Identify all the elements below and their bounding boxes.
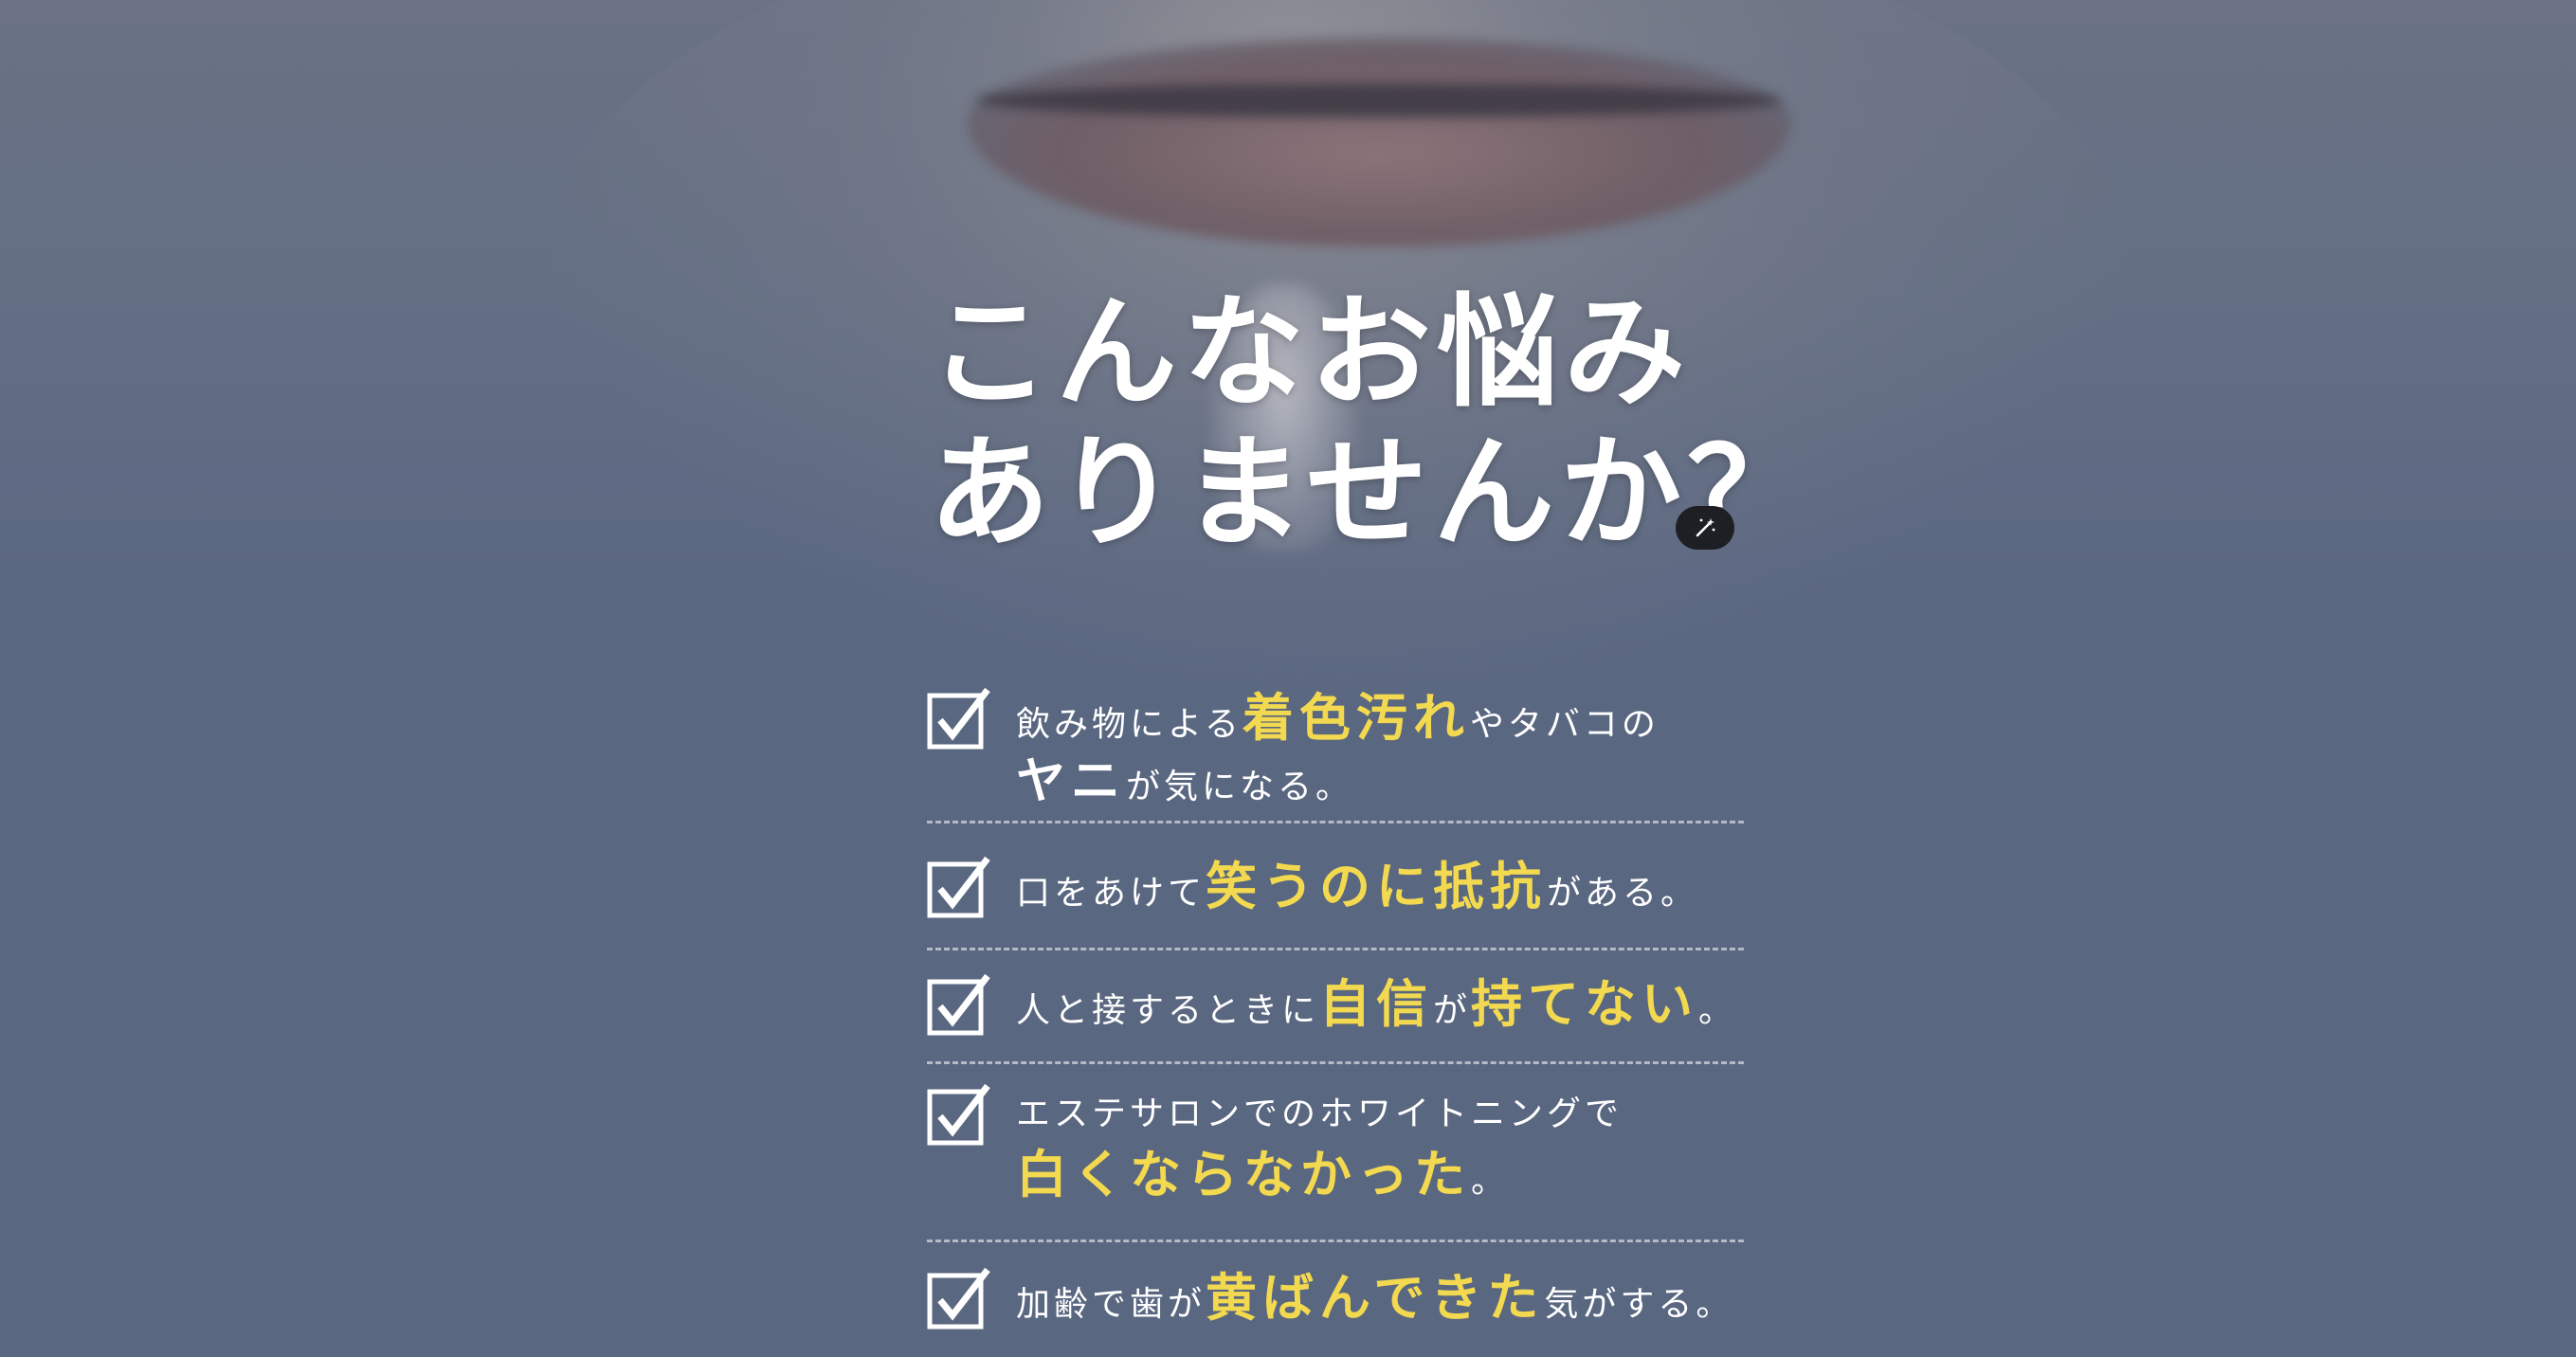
page-title: こんなお悩み ありませんか？: [929, 281, 1815, 564]
item-5-text-b: 気がする。: [1544, 1285, 1734, 1324]
item-1-text-c: が気になる。: [1126, 768, 1354, 806]
divider: [927, 1061, 1744, 1064]
item-3-text-a: 人と接するときに: [1016, 991, 1320, 1030]
item-1-emphasis: ヤニ: [1016, 753, 1127, 810]
page: こんなお悩み ありませんか？ 飲み物による着色汚れやタバコの ヤニが気になる。: [0, 0, 2576, 1357]
item-3-highlight-1: 自信: [1319, 974, 1434, 1034]
item-1-text-a: 飲み物による: [1016, 705, 1243, 744]
divider: [927, 821, 1744, 823]
item-2-text-a: 口をあけて: [1016, 874, 1206, 913]
page-title-line-2: ありませんか？: [929, 422, 1815, 564]
divider: [927, 1239, 1744, 1242]
item-4-text-b: 。: [1471, 1162, 1510, 1201]
hero-lip-line: [976, 83, 1782, 118]
item-2-highlight: 笑うのに抵抗: [1206, 857, 1548, 916]
item-4-line-1: エステサロンでのホワイトニングで: [1016, 1095, 1624, 1133]
checkbox-checked-icon: [927, 1083, 990, 1146]
checkbox-checked-icon: [927, 1267, 990, 1330]
item-3-highlight-2: 持てない: [1471, 974, 1699, 1034]
magic-wand-icon: [1696, 518, 1715, 537]
divider: [927, 948, 1744, 950]
checkbox-checked-icon: [927, 856, 990, 918]
item-2-text-b: がある。: [1547, 874, 1699, 913]
checklist-item-text: 人と接するときに自信が持てない。: [1016, 976, 1736, 1040]
checklist-item-text: 口をあけて笑うのに抵抗がある。: [1016, 859, 1698, 922]
item-5-text-a: 加齢で歯が: [1016, 1285, 1206, 1324]
checkbox-checked-icon: [927, 687, 990, 750]
page-title-line-1: こんなお悩み: [929, 281, 1692, 424]
item-4-highlight: 白くならなかった: [1016, 1145, 1471, 1204]
item-3-text-b: 。: [1698, 991, 1737, 1030]
checklist-item-text: 加齢で歯が黄ばんできた気がする。: [1016, 1270, 1733, 1333]
image-edit-badge[interactable]: [1676, 506, 1734, 550]
item-1-text-b: やタバコの: [1469, 705, 1660, 744]
item-5-highlight: 黄ばんできた: [1206, 1268, 1545, 1328]
checklist-item-text: エステサロンでのホワイトニングで 白くならなかった。: [1016, 1084, 1623, 1212]
checkbox-checked-icon: [927, 973, 990, 1036]
item-1-highlight: 着色汚れ: [1242, 688, 1470, 748]
item-3-text-mid: が: [1433, 991, 1472, 1030]
checklist-item-text: 飲み物による着色汚れやタバコの ヤニが気になる。: [1016, 690, 1660, 816]
